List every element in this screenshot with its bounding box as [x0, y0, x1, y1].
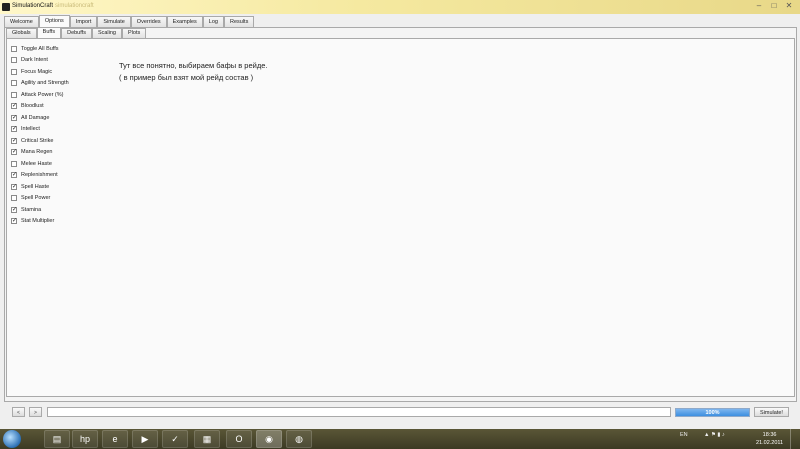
- buff-checkbox[interactable]: [11, 114, 17, 121]
- buff-label: Attack Power (%): [21, 91, 64, 98]
- clock[interactable]: 18:36 21.02.2011: [756, 431, 783, 447]
- taskbar: ▤ hp e ▶ ✓ ▦ O ◉ ◍ EN ▲ ⚑ ▮ ♪ 18:36 21.0…: [0, 429, 800, 449]
- buff-label: Stat Multiplier: [21, 218, 55, 225]
- buff-option[interactable]: Spell Haste: [11, 181, 69, 193]
- buff-checkbox[interactable]: [11, 137, 17, 144]
- clock-date: 21.02.2011: [756, 440, 784, 446]
- buff-checkbox[interactable]: [11, 171, 17, 179]
- game-icon[interactable]: ▦: [194, 430, 220, 448]
- buff-label: Intellect: [21, 126, 40, 133]
- buff-option[interactable]: Focus Magic: [11, 66, 69, 78]
- buff-label: Focus Magic: [21, 68, 53, 75]
- buff-checkbox[interactable]: [11, 183, 17, 190]
- buff-checkbox[interactable]: [11, 206, 17, 213]
- minimize-icon[interactable]: –: [752, 1, 766, 11]
- maximize-icon[interactable]: □: [767, 1, 781, 11]
- app-icon: [2, 3, 10, 11]
- buff-option[interactable]: Toggle All Buffs: [11, 43, 69, 55]
- buffs-panel: [6, 38, 795, 397]
- command-input[interactable]: [47, 407, 671, 417]
- language-indicator[interactable]: EN: [680, 432, 688, 438]
- hp-icon[interactable]: hp: [72, 430, 98, 448]
- buff-option[interactable]: Mana Regen: [11, 147, 69, 159]
- tab-log[interactable]: Log: [202, 16, 224, 27]
- buff-option[interactable]: Bloodlust: [11, 101, 69, 113]
- buff-label: Melee Haste: [21, 160, 52, 167]
- buff-label: All Damage: [21, 114, 50, 121]
- buff-label: Dark Intent: [21, 57, 48, 64]
- buff-label: Spell Haste: [21, 183, 50, 190]
- tab-debuffs[interactable]: Debuffs: [61, 28, 92, 38]
- buff-checkbox[interactable]: [11, 91, 17, 98]
- buff-label: Bloodlust: [21, 103, 44, 110]
- buff-option[interactable]: Melee Haste: [11, 158, 69, 170]
- buff-label: Mana Regen: [21, 149, 53, 156]
- buff-list: Toggle All Buffs Dark Intent Focus Magic Ag…: [11, 43, 69, 227]
- buff-option[interactable]: Spell Power: [11, 193, 69, 205]
- ie-icon[interactable]: e: [102, 430, 128, 448]
- media-player-icon[interactable]: ▶: [132, 430, 158, 448]
- tab-overrides[interactable]: Overrides: [130, 16, 167, 27]
- buff-checkbox[interactable]: [11, 57, 17, 64]
- options-sub-tabs: Globals Buffs Debuffs Scaling Plots: [6, 27, 147, 38]
- tab-results[interactable]: Results: [223, 16, 255, 27]
- tab-import[interactable]: Import: [69, 16, 98, 27]
- note-line-2: ( в пример был взят мой рейд состав ): [119, 73, 254, 82]
- buff-label: Stamina: [21, 206, 42, 213]
- tab-scaling[interactable]: Scaling: [91, 28, 122, 38]
- buff-option[interactable]: Critical Strike: [11, 135, 69, 147]
- forward-button[interactable]: >: [29, 407, 42, 417]
- window-title-ghost: simulationcraft: [55, 3, 94, 9]
- title-bar[interactable]: SimulationCraft simulationcraft – □ ✕: [0, 0, 800, 14]
- app-window: SimulationCraft simulationcraft – □ ✕ We…: [0, 0, 800, 429]
- progress-bar: 100%: [675, 408, 750, 417]
- back-button[interactable]: <: [12, 407, 25, 417]
- buff-label: Replenishment: [21, 172, 58, 179]
- buff-option[interactable]: All Damage: [11, 112, 69, 124]
- tab-buffs[interactable]: Buffs: [36, 27, 62, 38]
- buff-checkbox[interactable]: [11, 68, 17, 75]
- tray-icons[interactable]: ▲ ⚑ ▮ ♪: [704, 432, 725, 438]
- tab-examples[interactable]: Examples: [166, 16, 203, 27]
- show-desktop-button[interactable]: [790, 429, 800, 449]
- annotation-note: Тут все понятно, выбираем бафы в рейде. …: [119, 60, 267, 84]
- buff-checkbox[interactable]: [11, 125, 17, 133]
- opera-icon[interactable]: O: [226, 430, 252, 448]
- buff-label: Agility and Strength: [21, 80, 69, 87]
- buff-label: Spell Power: [21, 195, 51, 202]
- window-title: SimulationCraft: [12, 3, 54, 9]
- buff-checkbox[interactable]: [11, 148, 17, 156]
- close-icon[interactable]: ✕: [782, 1, 796, 11]
- tab-globals[interactable]: Globals: [6, 28, 37, 38]
- buff-option[interactable]: Stat Multiplier: [11, 216, 69, 228]
- tab-welcome[interactable]: Welcome: [4, 16, 39, 27]
- buff-checkbox[interactable]: [11, 80, 17, 87]
- app-icon-extra[interactable]: ◍: [286, 430, 312, 448]
- buff-label: Toggle All Buffs: [21, 45, 59, 52]
- main-tabs: Welcome Options Import Simulate Override…: [4, 15, 255, 27]
- buff-option[interactable]: Intellect: [11, 124, 69, 136]
- tab-plots[interactable]: Plots: [122, 28, 147, 38]
- buff-checkbox[interactable]: [11, 160, 17, 167]
- buff-checkbox[interactable]: [11, 102, 17, 110]
- clock-time: 18:36: [762, 432, 777, 438]
- buff-checkbox[interactable]: [11, 45, 17, 52]
- task-icon[interactable]: ✓: [162, 430, 188, 448]
- tab-simulate[interactable]: Simulate: [97, 16, 131, 27]
- progress-text: 100%: [705, 410, 720, 416]
- buff-label: Critical Strike: [21, 137, 54, 144]
- note-line-1: Тут все понятно, выбираем бафы в рейде.: [119, 61, 268, 70]
- simulate-button[interactable]: Simulate!: [754, 407, 789, 417]
- buff-option[interactable]: Stamina: [11, 204, 69, 216]
- simulationcraft-icon[interactable]: ◉: [256, 430, 282, 448]
- buff-checkbox[interactable]: [11, 217, 17, 225]
- buff-checkbox[interactable]: [11, 195, 17, 202]
- buff-option[interactable]: Agility and Strength: [11, 78, 69, 90]
- buff-option[interactable]: Dark Intent: [11, 55, 69, 67]
- buff-option[interactable]: Attack Power (%): [11, 89, 69, 101]
- start-button[interactable]: [3, 430, 21, 448]
- tab-options[interactable]: Options: [38, 15, 70, 27]
- explorer-icon[interactable]: ▤: [44, 430, 70, 448]
- buff-option[interactable]: Replenishment: [11, 170, 69, 182]
